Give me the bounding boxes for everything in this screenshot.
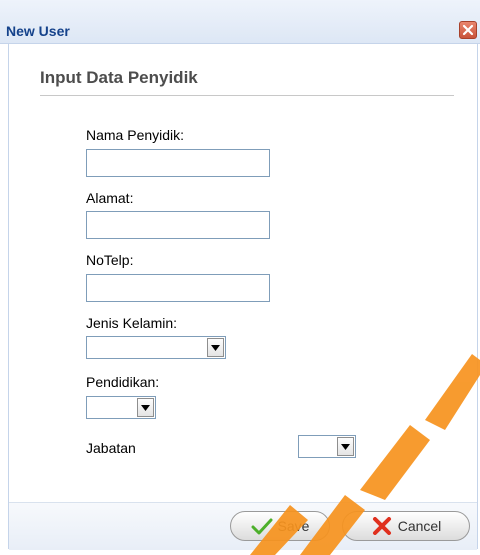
chevron-down-icon xyxy=(341,444,350,450)
nama-penyidik-label: Nama Penyidik: xyxy=(86,127,185,143)
new-user-dialog: New User Input Data Penyidik Nama Penyid… xyxy=(0,0,480,555)
pendidikan-label: Pendidikan: xyxy=(86,374,160,390)
nama-penyidik-input[interactable] xyxy=(86,149,270,177)
cancel-button[interactable]: Cancel xyxy=(342,511,470,541)
notelp-input[interactable] xyxy=(86,274,270,302)
section-title: Input Data Penyidik xyxy=(40,68,198,87)
save-button-label: Save xyxy=(277,518,310,534)
section-divider xyxy=(40,95,454,96)
jenis-kelamin-label: Jenis Kelamin: xyxy=(86,315,178,331)
alamat-input[interactable] xyxy=(86,211,270,239)
chevron-down-icon xyxy=(211,345,220,351)
cross-icon xyxy=(372,517,391,535)
jenis-kelamin-dropdown-button[interactable] xyxy=(207,338,224,357)
notelp-label: NoTelp: xyxy=(86,252,134,268)
cancel-button-label: Cancel xyxy=(397,518,442,534)
jenis-kelamin-select[interactable] xyxy=(86,336,226,359)
dialog-title: New User xyxy=(6,23,70,39)
pendidikan-select[interactable] xyxy=(86,396,156,419)
chevron-down-icon xyxy=(141,405,150,411)
close-icon xyxy=(462,24,474,36)
jabatan-label: Jabatan xyxy=(86,440,136,456)
checkmark-icon xyxy=(251,518,273,535)
alamat-label: Alamat: xyxy=(86,190,134,206)
jabatan-dropdown-button[interactable] xyxy=(337,437,354,456)
save-button[interactable]: Save xyxy=(230,511,330,541)
pendidikan-dropdown-button[interactable] xyxy=(137,398,154,417)
close-button[interactable] xyxy=(459,21,477,39)
jabatan-select[interactable] xyxy=(298,435,356,458)
dialog-titlebar[interactable]: New User xyxy=(0,0,480,44)
